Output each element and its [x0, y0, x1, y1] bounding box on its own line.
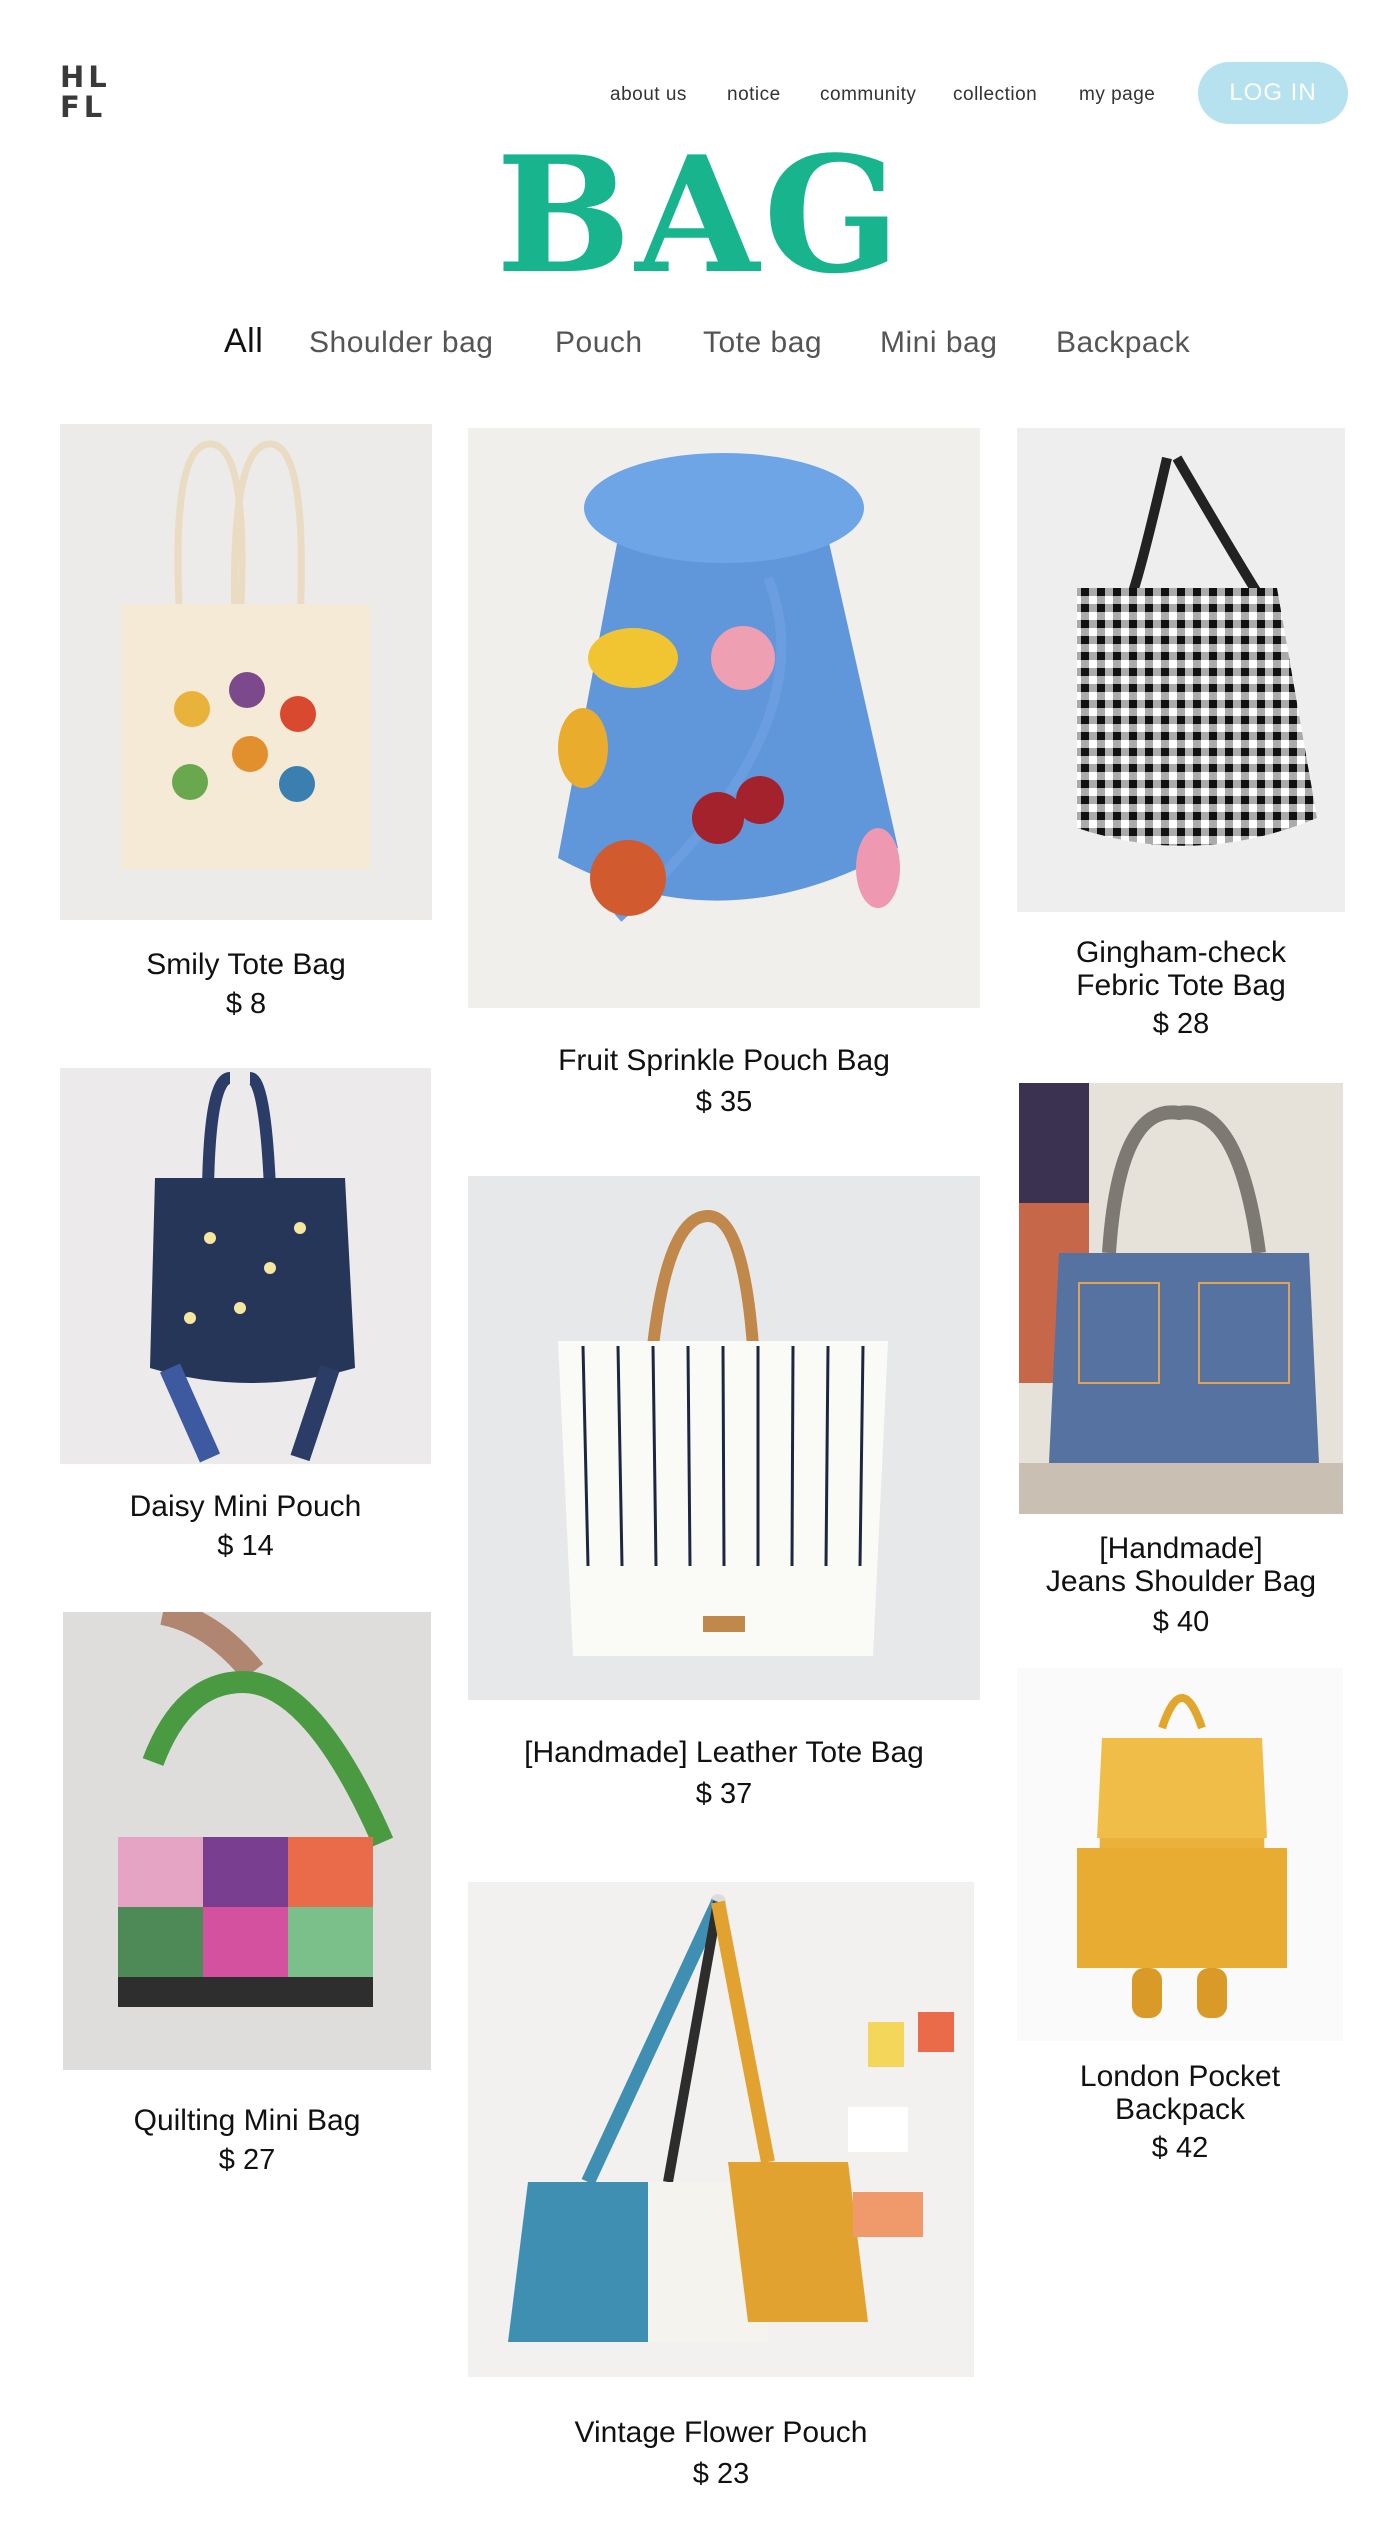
tab-pouch[interactable]: Pouch — [555, 326, 643, 360]
nav-community[interactable]: community — [820, 84, 916, 106]
product-image-daisy-mini-pouch[interactable] — [60, 1068, 431, 1464]
product-name-daisy-mini-pouch[interactable]: Daisy Mini Pouch — [60, 1490, 431, 1523]
logo-line-2: FL — [60, 90, 107, 124]
product-image-vintage-flower-pouch[interactable] — [468, 1882, 974, 2377]
tab-mini-bag[interactable]: Mini bag — [880, 326, 997, 360]
product-price-leather-tote: $ 37 — [695, 1778, 753, 1810]
page-title: BAG — [495, 121, 904, 309]
product-image-london-pocket-backpack[interactable] — [1017, 1668, 1343, 2041]
product-price-vintage-flower-pouch: $ 23 — [692, 2458, 750, 2490]
brand-logo[interactable]: HL FL — [60, 62, 112, 126]
product-price-quilting-mini-bag: $ 27 — [218, 2144, 276, 2176]
product-price-london-pocket-backpack: $ 42 — [1151, 2132, 1209, 2164]
logo-line-1: HL — [60, 60, 111, 94]
product-price-fruit-sprinkle-pouch: $ 35 — [695, 1086, 753, 1118]
product-name-gingham-tote[interactable]: Gingham-check Febric Tote Bag — [1017, 936, 1345, 1002]
product-image-jeans-shoulder-bag[interactable] — [1019, 1083, 1343, 1514]
nav-about-us[interactable]: about us — [610, 84, 687, 106]
tab-backpack[interactable]: Backpack — [1056, 326, 1190, 360]
nav-my-page[interactable]: my page — [1079, 84, 1155, 106]
product-name-london-pocket-backpack[interactable]: London Pocket Backpack — [1017, 2060, 1343, 2126]
product-name-quilting-mini-bag[interactable]: Quilting Mini Bag — [63, 2104, 431, 2137]
product-price-daisy-mini-pouch: $ 14 — [217, 1530, 274, 1562]
product-price-gingham-tote: $ 28 — [1152, 1008, 1210, 1040]
nav-notice[interactable]: notice — [727, 84, 781, 106]
tab-shoulder-bag[interactable]: Shoulder bag — [309, 326, 493, 360]
product-name-leather-tote[interactable]: [Handmade] Leather Tote Bag — [468, 1736, 980, 1769]
nav-collection[interactable]: collection — [953, 84, 1037, 106]
product-name-jeans-shoulder-bag[interactable]: [Handmade] Jeans Shoulder Bag — [1019, 1532, 1343, 1598]
product-image-quilting-mini-bag[interactable] — [63, 1612, 431, 2070]
tab-all[interactable]: All — [224, 322, 263, 361]
product-name-fruit-sprinkle-pouch[interactable]: Fruit Sprinkle Pouch Bag — [468, 1044, 980, 1077]
login-button[interactable]: LOG IN — [1198, 62, 1348, 124]
product-price-jeans-shoulder-bag: $ 40 — [1152, 1606, 1210, 1638]
product-image-smily-tote[interactable] — [60, 424, 432, 920]
product-image-gingham-tote[interactable] — [1017, 428, 1345, 912]
product-image-fruit-sprinkle-pouch[interactable] — [468, 428, 980, 1008]
tab-tote-bag[interactable]: Tote bag — [703, 326, 822, 360]
product-image-leather-tote[interactable] — [468, 1176, 980, 1700]
product-name-vintage-flower-pouch[interactable]: Vintage Flower Pouch — [468, 2416, 974, 2449]
product-price-smily-tote: $ 8 — [225, 988, 267, 1020]
product-name-smily-tote[interactable]: Smily Tote Bag — [60, 948, 432, 981]
